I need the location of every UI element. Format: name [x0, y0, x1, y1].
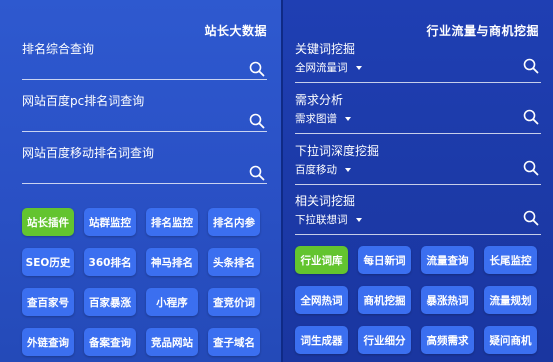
search-icon[interactable]: [523, 58, 539, 74]
tool-button[interactable]: 头条排名: [208, 248, 260, 276]
tool-button[interactable]: 长尾监控: [484, 246, 537, 274]
tool-button[interactable]: 流量规划: [484, 286, 537, 314]
chevron-down-icon: [345, 168, 351, 172]
tool-button[interactable]: 百家暴涨: [84, 288, 136, 316]
dropdown-select[interactable]: 下拉联想词: [295, 214, 541, 226]
tool-button[interactable]: SEO历史: [22, 248, 74, 276]
dropdown-value: 全网流量词: [295, 62, 348, 74]
tool-button[interactable]: 高频需求: [421, 326, 474, 354]
search-icon[interactable]: [249, 165, 265, 181]
query-field[interactable]: 网站百度移动排名词查询: [22, 146, 267, 184]
tool-button[interactable]: 备案查询: [84, 328, 136, 356]
field-underline: [295, 133, 541, 134]
dropdown-value: 需求图谱: [295, 113, 337, 125]
field-label: 排名综合查询: [22, 42, 95, 56]
field-underline: [22, 183, 267, 184]
tool-button[interactable]: 小程序: [146, 288, 198, 316]
field-label: 网站百度pc排名词查询: [22, 94, 145, 108]
tool-button[interactable]: 排名内参: [208, 208, 260, 236]
webmaster-data-panel: 站长大数据 排名综合查询网站百度pc排名词查询 网站百度移动排名词查询 站长插件站…: [0, 0, 281, 362]
query-field[interactable]: 排名综合查询: [22, 42, 267, 80]
mining-field[interactable]: 需求分析 需求图谱: [295, 93, 541, 134]
mining-field[interactable]: 下拉词深度挖掘 百度移动: [295, 144, 541, 185]
dropdown-select[interactable]: 百度移动: [295, 164, 541, 176]
industry-tools-grid: 行业词库 每日新词 流量查询 长尾监控全网热词 商机挖掘 暴涨热词 流量规划词生成器 行业细分…: [295, 246, 537, 354]
tool-button[interactable]: 行业细分: [358, 326, 411, 354]
tool-button[interactable]: 词生成器: [295, 326, 348, 354]
tool-button[interactable]: 疑问商机: [484, 326, 537, 354]
search-icon[interactable]: [523, 160, 539, 176]
tool-button[interactable]: 站长插件: [22, 208, 74, 236]
tool-button[interactable]: 排名监控: [146, 208, 198, 236]
field-label: 关键词挖掘: [295, 42, 356, 56]
search-icon[interactable]: [249, 113, 265, 129]
search-icon[interactable]: [523, 109, 539, 125]
chevron-down-icon: [355, 66, 362, 70]
tool-panels: 站长大数据 排名综合查询网站百度pc排名词查询 网站百度移动排名词查询 站长插件站…: [0, 0, 553, 362]
mining-field[interactable]: 关键词挖掘全网流量词: [295, 42, 541, 83]
field-label: 下拉词深度挖掘: [295, 144, 380, 158]
field-underline: [295, 184, 541, 185]
mining-field[interactable]: 相关词挖掘下拉联想词: [295, 194, 541, 235]
dropdown-select[interactable]: 需求图谱: [295, 113, 541, 125]
tool-button[interactable]: 查子域名: [208, 328, 260, 356]
tool-button[interactable]: 暴涨热词: [421, 286, 474, 314]
chevron-down-icon: [355, 218, 362, 222]
chevron-down-icon: [345, 117, 351, 121]
panel-title: 站长大数据: [204, 24, 267, 38]
industry-traffic-panel: 行业流量与商机挖掘 关键词挖掘 全网流量词 需求分析 需求图谱 下拉词深度挖掘 百度移动相…: [281, 0, 553, 362]
search-icon[interactable]: [523, 210, 539, 226]
tool-button[interactable]: 流量查询: [421, 246, 474, 274]
tool-button[interactable]: 360排名: [84, 248, 136, 276]
tool-button[interactable]: 神马排名: [146, 248, 198, 276]
field-label: 网站百度移动排名词查询: [22, 146, 155, 160]
dropdown-select[interactable]: 全网流量词: [295, 62, 541, 74]
field-label: 需求分析: [295, 93, 344, 107]
field-underline: [295, 82, 541, 83]
tool-button[interactable]: 全网热词: [295, 286, 348, 314]
search-icon[interactable]: [249, 61, 265, 77]
tool-button[interactable]: 站群监控: [84, 208, 136, 236]
tool-button[interactable]: 行业词库: [295, 246, 348, 274]
tool-button[interactable]: 查百家号: [22, 288, 74, 316]
panel-title: 行业流量与商机挖掘: [426, 24, 539, 38]
tool-button[interactable]: 查竞价词: [208, 288, 260, 316]
field-underline: [22, 131, 267, 132]
field-underline: [295, 234, 541, 235]
tool-button[interactable]: 竞品网站: [146, 328, 198, 356]
tool-button[interactable]: 外链查询: [22, 328, 74, 356]
field-underline: [22, 79, 267, 80]
field-label: 相关词挖掘: [295, 194, 356, 208]
tool-button[interactable]: 每日新词: [358, 246, 411, 274]
webmaster-tools-grid: 站长插件 站群监控 排名监控 排名内参 SEO历史 360排名 神马排名 头条排名查百家号 百家…: [22, 208, 260, 356]
dropdown-value: 百度移动: [295, 164, 337, 176]
dropdown-value: 下拉联想词: [295, 214, 348, 226]
query-field[interactable]: 网站百度pc排名词查询: [22, 94, 267, 132]
tool-button[interactable]: 商机挖掘: [358, 286, 411, 314]
